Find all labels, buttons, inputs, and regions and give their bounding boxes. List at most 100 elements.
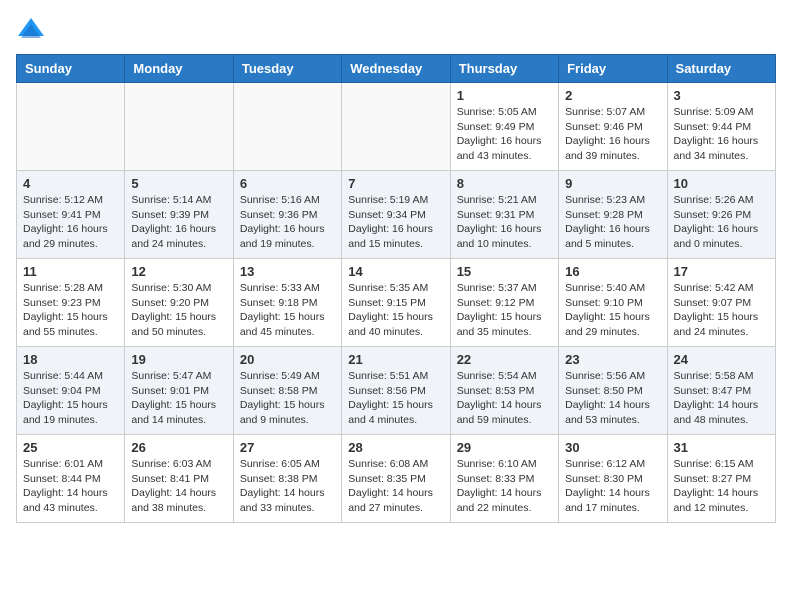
calendar-day-cell: 12 Sunrise: 5:30 AM Sunset: 9:20 PM Dayli… bbox=[125, 259, 233, 347]
calendar-week-row: 11Sunrise: 5:28 AM Sunset: 9:23 PM Dayli… bbox=[17, 259, 776, 347]
calendar-day-header: Tuesday bbox=[233, 55, 341, 83]
day-number: 26 bbox=[131, 440, 226, 455]
calendar-day-cell: 2 Sunrise: 5:07 AM Sunset: 9:46 PM Daylig… bbox=[559, 83, 667, 171]
day-number: 19 bbox=[131, 352, 226, 367]
calendar-day-header: Friday bbox=[559, 55, 667, 83]
day-info: Sunrise: 5:40 AM Sunset: 9:10 PM Dayligh… bbox=[565, 281, 660, 340]
day-number: 5 bbox=[131, 176, 226, 191]
logo bbox=[16, 16, 50, 46]
day-info: Sunrise: 5:09 AM Sunset: 9:44 PM Dayligh… bbox=[674, 105, 769, 164]
day-number: 22 bbox=[457, 352, 552, 367]
calendar-day-cell: 17 Sunrise: 5:42 AM Sunset: 9:07 PM Dayli… bbox=[667, 259, 775, 347]
calendar-day-cell: 10Sunrise: 5:26 AM Sunset: 9:26 PM Dayli… bbox=[667, 171, 775, 259]
day-info: Sunrise: 6:08 AM Sunset: 8:35 PM Dayligh… bbox=[348, 457, 443, 516]
day-number: 18 bbox=[23, 352, 118, 367]
calendar-day-cell: 16 Sunrise: 5:40 AM Sunset: 9:10 PM Dayli… bbox=[559, 259, 667, 347]
day-number: 7 bbox=[348, 176, 443, 191]
day-info: Sunrise: 5:16 AM Sunset: 9:36 PM Dayligh… bbox=[240, 193, 335, 252]
day-number: 3 bbox=[674, 88, 769, 103]
calendar-day-cell: 26 Sunrise: 6:03 AM Sunset: 8:41 PM Dayli… bbox=[125, 435, 233, 523]
day-number: 28 bbox=[348, 440, 443, 455]
day-number: 1 bbox=[457, 88, 552, 103]
calendar-day-header: Thursday bbox=[450, 55, 558, 83]
calendar-day-header: Wednesday bbox=[342, 55, 450, 83]
day-info: Sunrise: 5:07 AM Sunset: 9:46 PM Dayligh… bbox=[565, 105, 660, 164]
day-number: 27 bbox=[240, 440, 335, 455]
day-number: 6 bbox=[240, 176, 335, 191]
calendar-day-cell: 28 Sunrise: 6:08 AM Sunset: 8:35 PM Dayli… bbox=[342, 435, 450, 523]
calendar-day-cell: 7 Sunrise: 5:19 AM Sunset: 9:34 PM Daylig… bbox=[342, 171, 450, 259]
day-info: Sunrise: 6:12 AM Sunset: 8:30 PM Dayligh… bbox=[565, 457, 660, 516]
calendar-day-cell: 11Sunrise: 5:28 AM Sunset: 9:23 PM Dayli… bbox=[17, 259, 125, 347]
day-info: Sunrise: 5:05 AM Sunset: 9:49 PM Dayligh… bbox=[457, 105, 552, 164]
calendar-week-row: 18 Sunrise: 5:44 AM Sunset: 9:04 PM Dayli… bbox=[17, 347, 776, 435]
day-info: Sunrise: 6:01 AM Sunset: 8:44 PM Dayligh… bbox=[23, 457, 118, 516]
logo-icon bbox=[16, 16, 46, 46]
day-number: 17 bbox=[674, 264, 769, 279]
day-info: Sunrise: 5:44 AM Sunset: 9:04 PM Dayligh… bbox=[23, 369, 118, 428]
day-number: 25 bbox=[23, 440, 118, 455]
day-number: 4 bbox=[23, 176, 118, 191]
day-info: Sunrise: 5:35 AM Sunset: 9:15 PM Dayligh… bbox=[348, 281, 443, 340]
calendar-day-cell bbox=[233, 83, 341, 171]
calendar-day-cell bbox=[125, 83, 233, 171]
calendar-day-cell: 22 Sunrise: 5:54 AM Sunset: 8:53 PM Dayli… bbox=[450, 347, 558, 435]
day-number: 31 bbox=[674, 440, 769, 455]
day-info: Sunrise: 5:58 AM Sunset: 8:47 PM Dayligh… bbox=[674, 369, 769, 428]
calendar-day-cell: 15Sunrise: 5:37 AM Sunset: 9:12 PM Dayli… bbox=[450, 259, 558, 347]
calendar-day-cell: 27Sunrise: 6:05 AM Sunset: 8:38 PM Dayli… bbox=[233, 435, 341, 523]
calendar-day-cell: 19 Sunrise: 5:47 AM Sunset: 9:01 PM Dayli… bbox=[125, 347, 233, 435]
day-info: Sunrise: 5:30 AM Sunset: 9:20 PM Dayligh… bbox=[131, 281, 226, 340]
day-info: Sunrise: 5:49 AM Sunset: 8:58 PM Dayligh… bbox=[240, 369, 335, 428]
day-number: 16 bbox=[565, 264, 660, 279]
calendar-day-cell bbox=[17, 83, 125, 171]
calendar-header-row: SundayMondayTuesdayWednesdayThursdayFrid… bbox=[17, 55, 776, 83]
day-info: Sunrise: 5:14 AM Sunset: 9:39 PM Dayligh… bbox=[131, 193, 226, 252]
calendar-day-cell: 5 Sunrise: 5:14 AM Sunset: 9:39 PM Daylig… bbox=[125, 171, 233, 259]
day-number: 20 bbox=[240, 352, 335, 367]
day-info: Sunrise: 6:10 AM Sunset: 8:33 PM Dayligh… bbox=[457, 457, 552, 516]
day-number: 13 bbox=[240, 264, 335, 279]
day-info: Sunrise: 5:12 AM Sunset: 9:41 PM Dayligh… bbox=[23, 193, 118, 252]
day-info: Sunrise: 5:21 AM Sunset: 9:31 PM Dayligh… bbox=[457, 193, 552, 252]
page-header bbox=[16, 16, 776, 46]
calendar-day-cell: 25 Sunrise: 6:01 AM Sunset: 8:44 PM Dayli… bbox=[17, 435, 125, 523]
day-number: 15 bbox=[457, 264, 552, 279]
day-info: Sunrise: 6:03 AM Sunset: 8:41 PM Dayligh… bbox=[131, 457, 226, 516]
day-info: Sunrise: 5:19 AM Sunset: 9:34 PM Dayligh… bbox=[348, 193, 443, 252]
calendar-week-row: 25 Sunrise: 6:01 AM Sunset: 8:44 PM Dayli… bbox=[17, 435, 776, 523]
calendar-day-cell: 29Sunrise: 6:10 AM Sunset: 8:33 PM Dayli… bbox=[450, 435, 558, 523]
calendar-day-cell: 20 Sunrise: 5:49 AM Sunset: 8:58 PM Dayli… bbox=[233, 347, 341, 435]
day-number: 12 bbox=[131, 264, 226, 279]
day-info: Sunrise: 5:56 AM Sunset: 8:50 PM Dayligh… bbox=[565, 369, 660, 428]
calendar-day-cell: 31 Sunrise: 6:15 AM Sunset: 8:27 PM Dayli… bbox=[667, 435, 775, 523]
day-number: 9 bbox=[565, 176, 660, 191]
calendar-day-cell: 1 Sunrise: 5:05 AM Sunset: 9:49 PM Daylig… bbox=[450, 83, 558, 171]
calendar-day-cell: 21Sunrise: 5:51 AM Sunset: 8:56 PM Dayli… bbox=[342, 347, 450, 435]
calendar-day-cell: 8Sunrise: 5:21 AM Sunset: 9:31 PM Daylig… bbox=[450, 171, 558, 259]
calendar-day-cell: 3 Sunrise: 5:09 AM Sunset: 9:44 PM Daylig… bbox=[667, 83, 775, 171]
calendar-day-cell bbox=[342, 83, 450, 171]
calendar-day-cell: 9Sunrise: 5:23 AM Sunset: 9:28 PM Daylig… bbox=[559, 171, 667, 259]
day-number: 30 bbox=[565, 440, 660, 455]
day-info: Sunrise: 5:42 AM Sunset: 9:07 PM Dayligh… bbox=[674, 281, 769, 340]
day-number: 21 bbox=[348, 352, 443, 367]
day-info: Sunrise: 6:15 AM Sunset: 8:27 PM Dayligh… bbox=[674, 457, 769, 516]
day-number: 24 bbox=[674, 352, 769, 367]
calendar-day-cell: 13Sunrise: 5:33 AM Sunset: 9:18 PM Dayli… bbox=[233, 259, 341, 347]
calendar-day-header: Sunday bbox=[17, 55, 125, 83]
day-number: 23 bbox=[565, 352, 660, 367]
calendar-day-cell: 18 Sunrise: 5:44 AM Sunset: 9:04 PM Dayli… bbox=[17, 347, 125, 435]
day-info: Sunrise: 5:54 AM Sunset: 8:53 PM Dayligh… bbox=[457, 369, 552, 428]
calendar-week-row: 4 Sunrise: 5:12 AM Sunset: 9:41 PM Daylig… bbox=[17, 171, 776, 259]
day-info: Sunrise: 5:26 AM Sunset: 9:26 PM Dayligh… bbox=[674, 193, 769, 252]
calendar-day-header: Monday bbox=[125, 55, 233, 83]
day-info: Sunrise: 5:47 AM Sunset: 9:01 PM Dayligh… bbox=[131, 369, 226, 428]
calendar-day-cell: 23 Sunrise: 5:56 AM Sunset: 8:50 PM Dayli… bbox=[559, 347, 667, 435]
calendar-day-cell: 4 Sunrise: 5:12 AM Sunset: 9:41 PM Daylig… bbox=[17, 171, 125, 259]
calendar-table: SundayMondayTuesdayWednesdayThursdayFrid… bbox=[16, 54, 776, 523]
day-number: 2 bbox=[565, 88, 660, 103]
day-info: Sunrise: 5:28 AM Sunset: 9:23 PM Dayligh… bbox=[23, 281, 118, 340]
calendar-day-cell: 30 Sunrise: 6:12 AM Sunset: 8:30 PM Dayli… bbox=[559, 435, 667, 523]
calendar-day-header: Saturday bbox=[667, 55, 775, 83]
